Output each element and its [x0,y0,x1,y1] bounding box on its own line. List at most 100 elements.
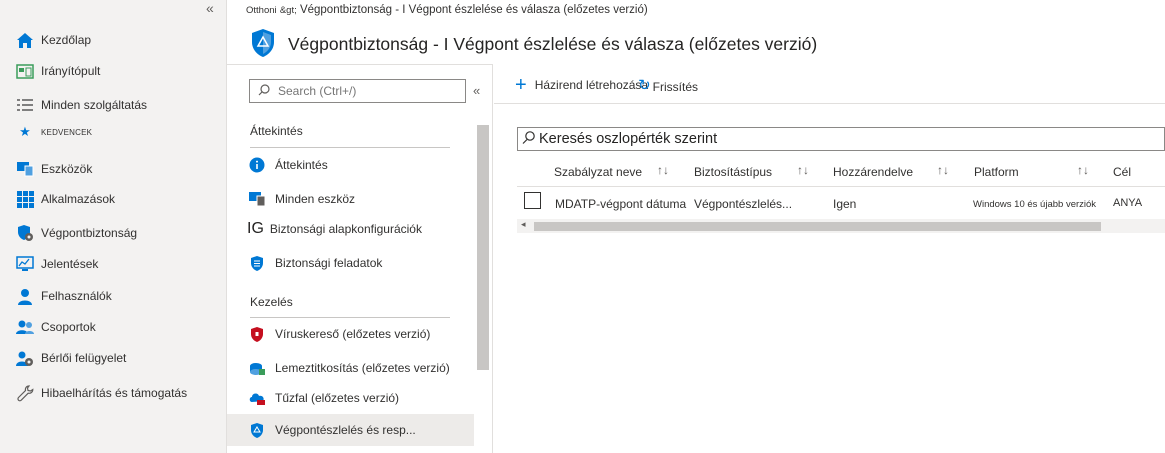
security-tasks-icon [247,254,267,272]
cell-target: ANYA [1113,197,1143,209]
scroll-left-icon[interactable]: ◂ [521,219,526,230]
nav-item-label: Alkalmazások [41,192,116,206]
toolbar-divider [494,103,1165,104]
menu-item-label: Tűzfal (előzetes verzió) [275,391,400,405]
nav-item-label: Bérlői felügyelet [41,351,127,365]
section-divider [250,147,450,148]
list-icon [15,96,35,114]
column-filter-input[interactable] [539,131,1139,147]
menu-item-label: Minden eszköz [275,192,356,206]
collapse-menu-button[interactable]: « [473,83,480,98]
menu-item-label: Biztonsági alapkonfigurációk [269,222,422,236]
nav-item-home[interactable]: Kezdőlap [15,29,91,51]
nav-item-label: Végpontbiztonság [41,226,138,240]
nav-item-groups[interactable]: Csoportok [15,316,96,338]
menu-item-label: Áttekintés [275,158,328,172]
endpoint-security-icon [15,224,35,242]
search-icon [522,131,535,147]
menu-item-label: Biztonsági feladatok [275,256,383,270]
nav-item-label: Kezdőlap [41,33,92,47]
dashboard-icon [15,62,35,80]
reports-icon [15,255,35,273]
collapse-nav-button[interactable]: « [206,0,214,16]
header-divider [517,186,1165,187]
menu-item-all-devices[interactable]: Minden eszköz [247,188,355,210]
menu-item-label: Lemeztitkosítás (előzetes verzió) [275,361,450,375]
sort-icon[interactable]: ↑↓ [937,163,949,177]
column-header-target[interactable]: Cél [1113,163,1131,181]
nav-item-dashboard[interactable]: Irányítópult [15,60,100,82]
devices-icon [15,160,35,178]
tenant-admin-icon [15,349,35,367]
command-bar: + Házirend létrehozása ↻ Frissítés [515,74,698,96]
table-horizontal-scrollbar[interactable]: ◂ [517,219,1165,233]
user-icon [15,287,35,305]
menu-item-antivirus[interactable]: Víruskereső (előzetes verzió) [247,323,430,345]
menu-item-edr[interactable]: Végpontészlelés és resp... [227,414,474,446]
cell-policy-name[interactable]: MDATP-végpont dátuma [555,197,686,211]
scrollbar-thumb[interactable] [534,222,1101,231]
disk-encryption-icon [247,359,267,377]
groups-icon [15,318,35,336]
favorites-label: KEDVENCEK [41,127,93,137]
menu-search-input[interactable] [278,84,458,98]
row-checkbox[interactable] [524,192,541,209]
sort-icon[interactable]: ↑↓ [657,163,669,177]
info-icon [247,156,267,174]
wrench-icon [15,384,35,402]
breadcrumb-current[interactable]: Végpontbiztonság - I Végpont észlelése é… [300,4,648,16]
menu-search-box[interactable] [249,79,466,103]
menu-item-firewall[interactable]: Tűzfal (előzetes verzió) [247,387,399,409]
menu-item-security-baselines[interactable]: IG Biztonsági alapkonfigurációk [247,218,422,240]
section-overview-label: Áttekintés [250,124,303,138]
cell-policy-type: Végpontészlelés... [694,197,793,211]
nav-item-devices[interactable]: Eszközök [15,158,92,180]
refresh-icon: ↻ [638,77,651,94]
edr-shield-icon [247,421,267,439]
page-title: Végpontbiztonság - I Végpont észlelése é… [288,34,818,54]
breadcrumb: Otthoni &gt; Végpontbiztonság - I Végpon… [246,4,648,16]
nav-item-users[interactable]: Felhasználók [15,285,112,307]
menu-item-overview[interactable]: Áttekintés [247,154,328,176]
menu-scrollbar[interactable] [477,125,489,370]
page-header: Végpontbiztonság - I Végpont észlelése é… [250,28,817,61]
star-icon: ★ [19,124,31,139]
nav-item-all-services[interactable]: Minden szolgáltatás [15,94,147,116]
home-icon [15,31,35,49]
sort-icon[interactable]: ↑↓ [1077,163,1089,177]
nav-item-troubleshooting[interactable]: Hibaelhárítás és támogatás [15,382,187,404]
nav-item-label: Irányítópult [41,64,101,78]
nav-item-label: Jelentések [41,257,99,271]
column-header-assigned[interactable]: Hozzárendelve [833,163,913,181]
edr-shield-icon [250,28,276,61]
column-filter-box[interactable] [517,127,1165,151]
refresh-button[interactable]: Frissítés [653,80,698,94]
menu-item-label: Végpontészlelés és resp... [275,423,416,437]
apps-grid-icon [15,190,35,208]
nav-item-apps[interactable]: Alkalmazások [15,188,115,210]
create-policy-button[interactable]: Házirend létrehozása [535,78,648,92]
firewall-icon [247,389,267,407]
nav-item-reports[interactable]: Jelentések [15,253,98,275]
section-manage-label: Kezelés [250,295,293,309]
breadcrumb-home[interactable]: Otthoni [246,5,277,16]
nav-item-label: Csoportok [41,320,96,334]
nav-item-endpoint-security[interactable]: Végpontbiztonság [15,222,137,244]
cell-assigned: Igen [833,197,857,211]
nav-item-label: Felhasználók [41,289,112,303]
column-header-policy-type[interactable]: Biztosítástípus [694,163,772,181]
resource-menu: « Áttekintés Áttekintés Minden eszköz IG… [227,64,493,453]
column-header-policy-name[interactable]: Szabályzat neve [554,163,642,181]
favorites-header: ★ KEDVENCEK [15,121,92,143]
devices-icon [247,190,267,208]
column-header-platform[interactable]: Platform [974,163,1019,181]
section-divider [250,317,450,318]
plus-icon: + [515,74,527,96]
nav-item-tenant-admin[interactable]: Bérlői felügyelet [15,347,126,369]
nav-item-label: Hibaelhárítás és támogatás [41,386,188,400]
menu-item-label: Víruskereső (előzetes verzió) [275,327,431,341]
antivirus-shield-icon [247,325,267,343]
menu-item-security-tasks[interactable]: Biztonsági feladatok [247,252,382,274]
sort-icon[interactable]: ↑↓ [797,163,809,177]
menu-item-disk-encryption[interactable]: Lemeztitkosítás (előzetes verzió) [247,357,450,379]
